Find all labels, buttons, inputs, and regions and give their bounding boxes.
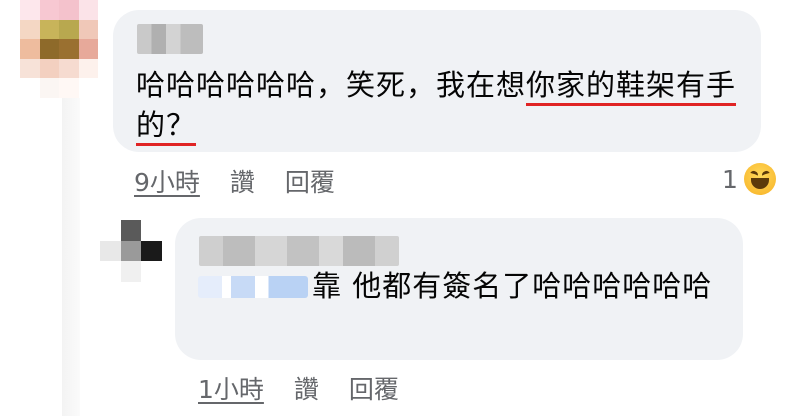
reply-button[interactable]: 回覆 [285, 163, 335, 199]
reply-text: 靠 他都有簽名了哈哈哈哈哈哈 [198, 266, 738, 306]
avatar[interactable] [20, 0, 98, 98]
author-name-blurred[interactable] [199, 236, 399, 266]
reaction-count: 1 [722, 164, 738, 194]
timestamp-link[interactable]: 9小時 [134, 163, 200, 199]
mention-tag-blurred[interactable] [198, 276, 308, 298]
like-button[interactable]: 讚 [230, 163, 255, 199]
like-button[interactable]: 讚 [294, 370, 319, 406]
reaction-summary[interactable]: 1 [722, 163, 776, 195]
reply-avatar[interactable] [100, 220, 162, 282]
timestamp-link[interactable]: 1小時 [198, 370, 264, 406]
comment-text: 哈哈哈哈哈哈，笑死，我在想你家的鞋架有手的？ [136, 65, 756, 146]
author-name-blurred[interactable] [137, 24, 203, 54]
comment-actions: 9小時 讚 回覆 [134, 163, 335, 199]
laughing-emoji-icon [743, 163, 776, 195]
reply-button[interactable]: 回覆 [349, 370, 399, 406]
thread-line [62, 78, 80, 416]
reply-actions: 1小時 讚 回覆 [198, 370, 399, 406]
reply-bubble: 靠 他都有簽名了哈哈哈哈哈哈 [175, 218, 743, 360]
comment-bubble: 哈哈哈哈哈哈，笑死，我在想你家的鞋架有手的？ [113, 10, 761, 152]
